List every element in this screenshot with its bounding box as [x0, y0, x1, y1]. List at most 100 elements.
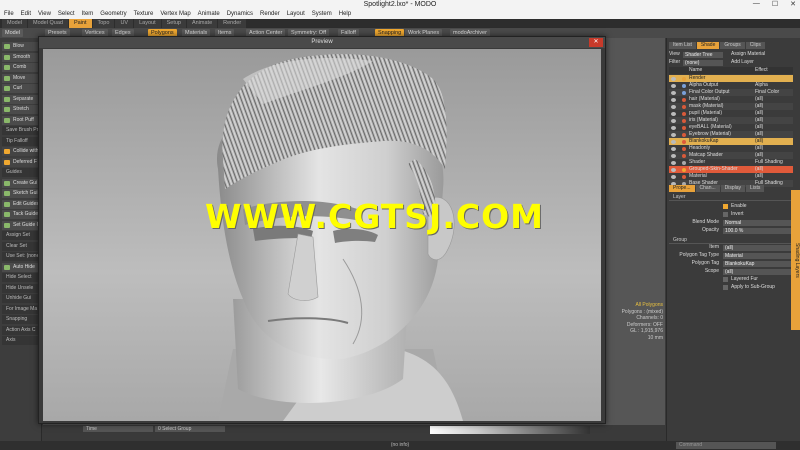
apply-subgroup-checkbox[interactable] — [723, 285, 728, 290]
shader-tree-row[interactable]: Alpha Output Alpha — [669, 82, 793, 89]
tool-tack-guides[interactable]: Tack Guides — [2, 210, 40, 219]
visibility-eye-icon[interactable] — [671, 125, 676, 130]
visibility-eye-icon[interactable] — [671, 118, 676, 123]
maximize-icon[interactable]: ☐ — [772, 0, 778, 10]
tab-uv[interactable]: UV — [115, 19, 134, 28]
tab-animate[interactable]: Animate — [186, 19, 218, 28]
tool-action-axis-c[interactable]: Action Axis C — [2, 325, 40, 335]
polygon-tag-type-dropdown[interactable]: Material — [723, 252, 791, 259]
menu-layout[interactable]: Layout — [287, 10, 305, 19]
shader-tree-row[interactable]: Final Color Output Final Color — [669, 89, 793, 96]
close-icon[interactable]: ✕ — [790, 0, 796, 10]
visibility-eye-icon[interactable] — [671, 174, 676, 179]
menu-animate[interactable]: Animate — [198, 10, 220, 19]
add-layer-button[interactable]: Add Layer — [731, 59, 754, 66]
tool-blow[interactable]: Blow — [2, 42, 40, 51]
shader-tree-row[interactable]: Matcap Shader (all) — [669, 152, 793, 159]
menu-dynamics[interactable]: Dynamics — [227, 10, 253, 19]
shader-tree-row[interactable]: Shader Full Shading — [669, 159, 793, 166]
tool-set-guide-c[interactable]: Set Guide C — [2, 220, 40, 230]
tab-item-list[interactable]: Item List — [669, 42, 696, 49]
scope-dropdown[interactable]: (all) — [723, 268, 791, 275]
tab-render[interactable]: Render — [218, 19, 247, 28]
tab-layout[interactable]: Layout — [134, 19, 161, 28]
menu-system[interactable]: System — [312, 10, 332, 19]
tool-clear-set[interactable]: Clear Set — [2, 241, 40, 251]
group-section[interactable]: Group — [669, 237, 793, 244]
tool-guides[interactable]: Guides — [2, 168, 40, 177]
tool-unhide-gui[interactable]: Unhide Gui — [2, 294, 40, 303]
assign-material-button[interactable]: Assign Material — [731, 51, 765, 58]
visibility-eye-icon[interactable] — [671, 132, 676, 137]
tool-edit-guides[interactable]: Edit Guides — [2, 199, 40, 209]
layer-section[interactable]: Layer — [669, 194, 793, 201]
menu-select[interactable]: Select — [58, 10, 75, 19]
shader-tree-row[interactable]: iris (Material) (all) — [669, 117, 793, 124]
layered-fur-checkbox[interactable] — [723, 277, 728, 282]
command-input[interactable]: Command — [676, 442, 776, 449]
tab-chan-[interactable]: Chan... — [695, 185, 720, 192]
tab-shade[interactable]: Shade — [696, 42, 720, 49]
shader-tree-row[interactable]: Render — [669, 75, 793, 82]
tab-clips[interactable]: Clips — [745, 42, 765, 49]
shader-tree-row[interactable]: eyeBALL (Material) (all) — [669, 124, 793, 131]
tool-sketch-gui[interactable]: Sketch Gui — [2, 189, 40, 198]
shader-tree-row[interactable]: mask (Material) (all) — [669, 103, 793, 110]
filter-dropdown[interactable]: (none) — [683, 59, 723, 66]
tool-stretch[interactable]: Stretch — [2, 105, 40, 114]
shader-tree-row[interactable]: pupil (Material) (all) — [669, 110, 793, 117]
tool-move[interactable]: Move — [2, 73, 40, 83]
view-dropdown[interactable]: Shader Tree — [683, 51, 723, 58]
tool-create-gui[interactable]: Create Gui — [2, 178, 40, 188]
menu-geometry[interactable]: Geometry — [100, 10, 126, 19]
invert-checkbox[interactable] — [723, 212, 728, 217]
select-group-field[interactable]: 0 Select Group — [155, 426, 225, 432]
tool-collide-with[interactable]: Collide with — [2, 147, 40, 156]
menu-texture[interactable]: Texture — [134, 10, 154, 19]
tool-assign-set[interactable]: Assign Set — [2, 231, 40, 240]
visibility-eye-icon[interactable] — [671, 139, 676, 144]
menu-render[interactable]: Render — [260, 10, 280, 19]
tab-lists[interactable]: Lists — [746, 185, 765, 192]
tool-root-puff[interactable]: Root Puff — [2, 115, 40, 125]
menu-edit[interactable]: Edit — [21, 10, 31, 19]
tab-setup[interactable]: Setup — [161, 19, 186, 28]
visibility-eye-icon[interactable] — [671, 167, 676, 172]
tab-model-quad[interactable]: Model Quad — [27, 19, 68, 28]
visibility-eye-icon[interactable] — [671, 76, 676, 81]
tool-save-brush-pre[interactable]: Save Brush Pre — [2, 126, 40, 135]
side-tab-shading-layers[interactable]: Shading Layers — [791, 190, 800, 330]
time-field[interactable]: Time — [83, 426, 153, 432]
visibility-eye-icon[interactable] — [671, 153, 676, 158]
visibility-eye-icon[interactable] — [671, 90, 676, 95]
tool-use-set-none[interactable]: Use Set: (none — [2, 252, 40, 261]
tool-separate[interactable]: Separate — [2, 94, 40, 104]
tool-for-image-ma[interactable]: For Image Ma — [2, 304, 40, 314]
menu-item[interactable]: Item — [82, 10, 94, 19]
opacity-field[interactable]: 100.0 % — [723, 227, 791, 234]
tool-auto-hide[interactable]: Auto Hide — [2, 262, 40, 272]
menu-vertex-map[interactable]: Vertex Map — [160, 10, 190, 19]
tool-snapping[interactable]: Snapping — [2, 315, 40, 324]
color-gradient-bar[interactable] — [430, 426, 590, 434]
menu-view[interactable]: View — [38, 10, 51, 19]
visibility-eye-icon[interactable] — [671, 83, 676, 88]
enable-checkbox[interactable] — [723, 204, 728, 209]
tool-tip-falloff[interactable]: Tip Falloff — [2, 136, 40, 146]
tool-hide-select[interactable]: Hide Select — [2, 273, 40, 282]
tool-curl[interactable]: Curl — [2, 84, 40, 93]
minimize-icon[interactable]: — — [753, 0, 760, 10]
menu-help[interactable]: Help — [339, 10, 351, 19]
visibility-eye-icon[interactable] — [671, 97, 676, 102]
shader-tree-row[interactable]: BlankokuKap (all) — [669, 138, 793, 145]
visibility-eye-icon[interactable] — [671, 104, 676, 109]
visibility-eye-icon[interactable] — [671, 160, 676, 165]
tab-model[interactable]: Model — [2, 19, 27, 28]
tab-paint[interactable]: Paint — [68, 19, 92, 28]
tool-smooth[interactable]: Smooth — [2, 52, 40, 62]
tab-display[interactable]: Display — [720, 185, 746, 192]
menu-file[interactable]: File — [4, 10, 14, 19]
tool-comb[interactable]: Comb — [2, 63, 40, 72]
tool-deferred-f[interactable]: Deferred F — [2, 157, 40, 167]
tab-groups[interactable]: Groups — [720, 42, 745, 49]
